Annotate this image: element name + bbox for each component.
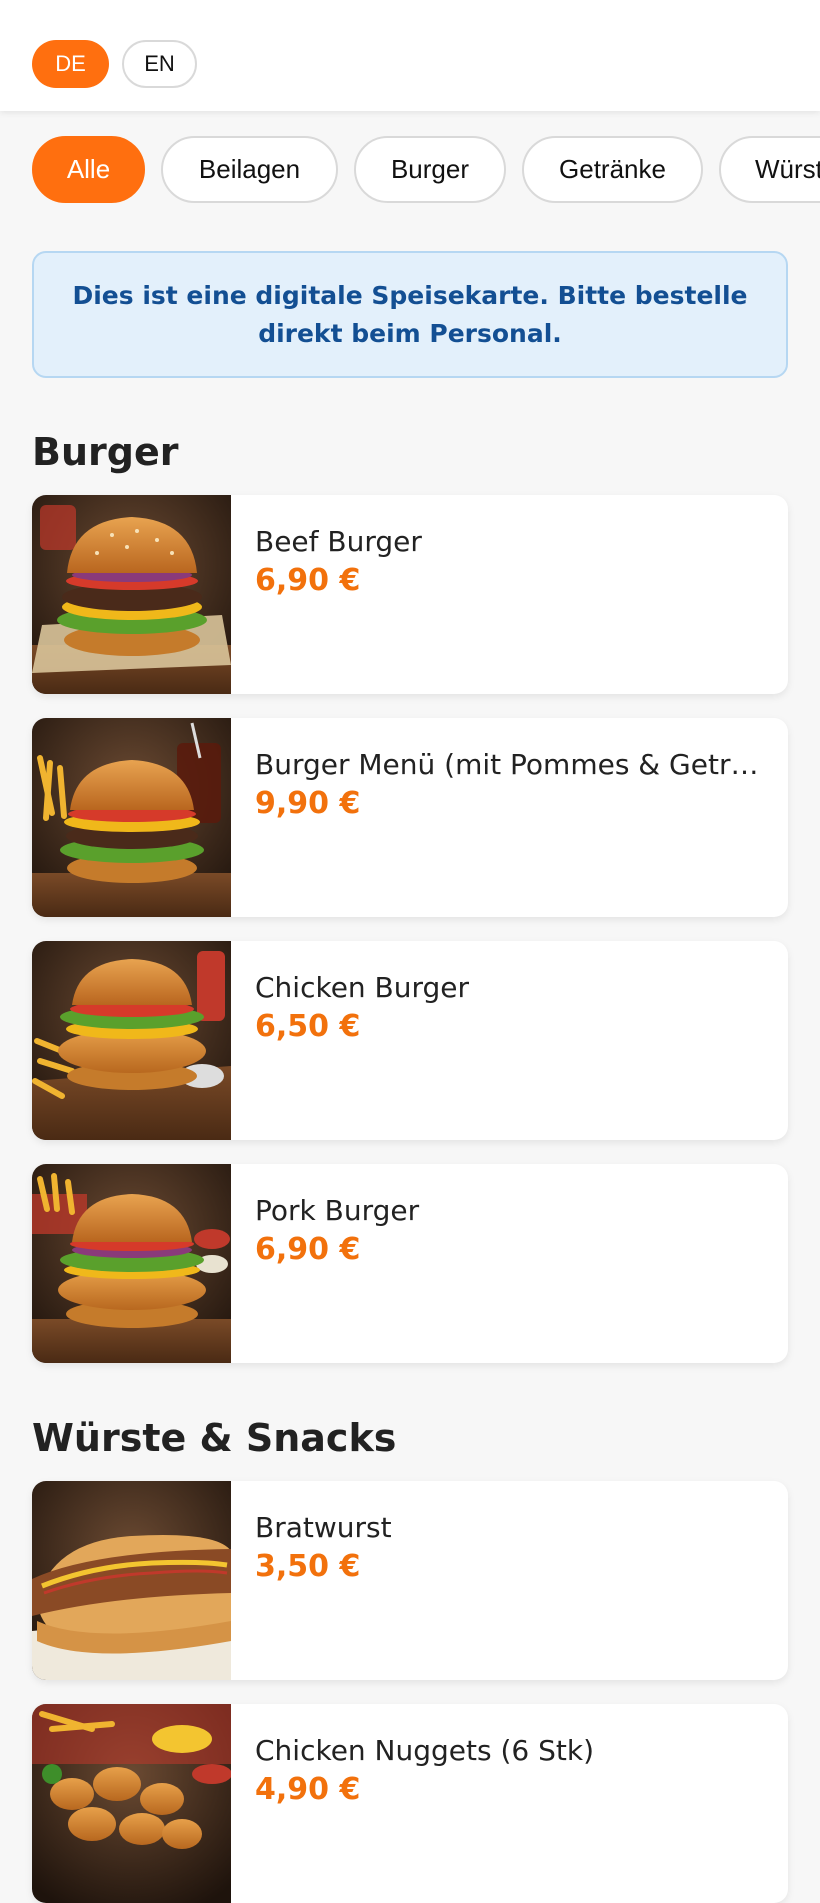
item-price: 3,50 € [255, 1549, 361, 1584]
menu-item-card[interactable]: Beef Burger 6,90 € [32, 495, 788, 694]
item-price: 6,90 € [255, 563, 361, 598]
language-de-button[interactable]: DE [32, 40, 109, 88]
item-name: Beef Burger [255, 525, 422, 558]
category-pill-beilagen[interactable]: Beilagen [161, 136, 338, 203]
section-title-wuerste-snacks: Würste & Snacks [32, 1416, 397, 1460]
burger-menu-photo [32, 718, 231, 917]
language-bar: DE EN [0, 0, 820, 111]
item-price: 6,90 € [255, 1232, 361, 1267]
beef-burger-photo [32, 495, 231, 694]
info-notice-text: Dies ist eine digitale Speisekarte. Bitt… [72, 280, 748, 348]
chicken-burger-photo [32, 941, 231, 1140]
info-notice: Dies ist eine digitale Speisekarte. Bitt… [32, 251, 788, 378]
item-price: 6,50 € [255, 1009, 361, 1044]
menu-item-card[interactable]: Burger Menü (mit Pommes & Getränk) 9,90 … [32, 718, 788, 917]
category-pill-getraenke[interactable]: Getränke [522, 136, 703, 203]
pork-burger-photo [32, 1164, 231, 1363]
category-filter-bar: Alle Beilagen Burger Getränke Würste & S… [0, 136, 820, 204]
item-name: Chicken Nuggets (6 Stk) [255, 1734, 595, 1767]
menu-item-card[interactable]: Chicken Burger 6,50 € [32, 941, 788, 1140]
item-price: 9,90 € [255, 786, 361, 821]
bratwurst-photo [32, 1481, 231, 1680]
category-pill-wuerste-snacks[interactable]: Würste & Snacks [719, 136, 820, 203]
category-pill-burger[interactable]: Burger [354, 136, 506, 203]
section-title-burger: Burger [32, 430, 179, 474]
item-name: Burger Menü (mit Pommes & Getränk) [255, 748, 775, 781]
item-name: Pork Burger [255, 1194, 420, 1227]
item-price: 4,90 € [255, 1772, 361, 1807]
menu-item-card[interactable]: Bratwurst 3,50 € [32, 1481, 788, 1680]
menu-item-card[interactable]: Chicken Nuggets (6 Stk) 4,90 € [32, 1704, 788, 1903]
chicken-nuggets-photo [32, 1704, 231, 1903]
category-pill-alle[interactable]: Alle [32, 136, 145, 203]
item-name: Bratwurst [255, 1511, 392, 1544]
language-en-button[interactable]: EN [122, 40, 197, 88]
item-name: Chicken Burger [255, 971, 470, 1004]
menu-item-card[interactable]: Pork Burger 6,90 € [32, 1164, 788, 1363]
